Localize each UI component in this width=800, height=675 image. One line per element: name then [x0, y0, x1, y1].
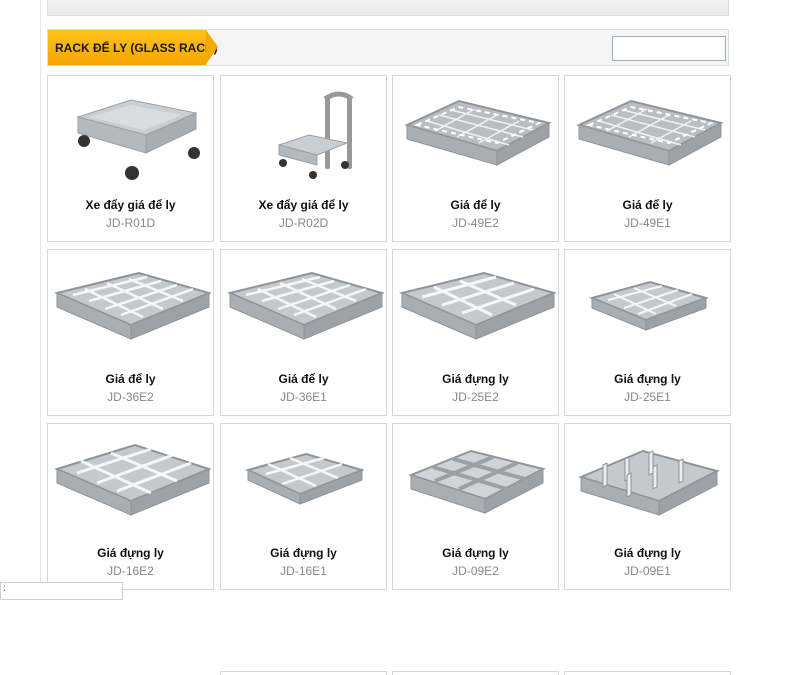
product-card-partial[interactable] [392, 671, 559, 675]
product-image [221, 76, 386, 194]
product-code: JD-49E1 [624, 216, 671, 230]
product-card[interactable]: Giá đựng ly JD-25E1 [564, 249, 731, 416]
product-code: JD-36E1 [280, 390, 327, 404]
product-name: Giá đựng ly [614, 372, 681, 386]
product-name: Giá để ly [105, 372, 156, 386]
section-header: RACK ĐỂ LY (GLASS RACK) [47, 29, 729, 66]
product-image [48, 250, 213, 368]
product-name: Giá đựng ly [97, 546, 164, 560]
product-card[interactable]: Xe đẩy giá để ly JD-R01D [47, 75, 214, 242]
status-strip: : [0, 582, 123, 600]
product-card[interactable]: Giá đựng ly JD-09E2 [392, 423, 559, 590]
product-name: Giá đựng ly [442, 546, 509, 560]
product-card[interactable]: Giá để ly JD-49E2 [392, 75, 559, 242]
section-title: RACK ĐỂ LY (GLASS RACK) [48, 30, 218, 65]
product-image [221, 250, 386, 368]
product-code: JD-16E1 [280, 564, 327, 578]
product-name: Giá để ly [622, 198, 673, 212]
product-image [565, 424, 730, 542]
product-code: JD-09E2 [452, 564, 499, 578]
product-card[interactable]: Giá đựng ly JD-16E2 [47, 423, 214, 590]
product-image [393, 424, 558, 542]
product-card[interactable]: Giá để ly JD-36E2 [47, 249, 214, 416]
product-card[interactable]: Xe đẩy giá để ly JD-R02D [220, 75, 387, 242]
product-name: Giá để ly [450, 198, 501, 212]
product-image [393, 250, 558, 368]
product-code: JD-25E1 [624, 390, 671, 404]
product-code: JD-R02D [278, 216, 329, 230]
product-name: Giá đựng ly [614, 546, 681, 560]
product-image [393, 76, 558, 194]
product-code: JD-49E2 [452, 216, 499, 230]
product-name: Xe đẩy giá để ly [85, 198, 176, 212]
section-title-arrow [206, 30, 218, 64]
product-card[interactable]: Giá đựng ly JD-09E1 [564, 423, 731, 590]
product-card[interactable]: Giá đựng ly JD-16E1 [220, 423, 387, 590]
product-image [221, 424, 386, 542]
product-code: JD-09E1 [624, 564, 671, 578]
product-code: JD-16E2 [107, 564, 154, 578]
product-name: Xe đẩy giá để ly [258, 198, 349, 212]
search-input[interactable] [612, 36, 726, 61]
product-name: Giá để ly [278, 372, 329, 386]
product-image [565, 250, 730, 368]
product-image [48, 76, 213, 194]
product-code: JD-36E2 [107, 390, 154, 404]
product-image [565, 76, 730, 194]
product-card[interactable]: Giá để ly JD-36E1 [220, 249, 387, 416]
product-code: JD-25E2 [452, 390, 499, 404]
product-name: Giá đựng ly [442, 372, 509, 386]
page-left-border [40, 0, 41, 600]
product-name: Giá đựng ly [270, 546, 337, 560]
product-card-partial[interactable] [220, 671, 387, 675]
product-image [48, 424, 213, 542]
product-card[interactable]: Giá để ly JD-49E1 [564, 75, 731, 242]
product-card[interactable]: Giá đựng ly JD-25E2 [392, 249, 559, 416]
product-card-partial[interactable] [564, 671, 731, 675]
product-code: JD-R01D [105, 216, 156, 230]
top-banner [47, 0, 729, 16]
